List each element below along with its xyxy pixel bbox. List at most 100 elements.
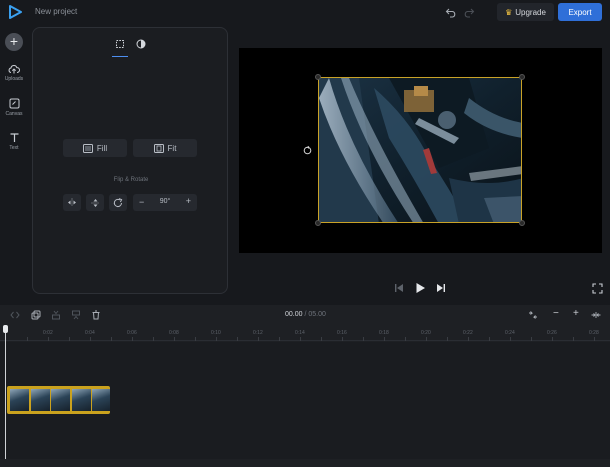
play-logo-icon[interactable] (8, 5, 22, 19)
clip-thumbnail (51, 389, 70, 411)
fill-label: Fill (96, 143, 108, 153)
ruler-tick-label: 0:28 (589, 330, 599, 336)
ruler-tick-mark (573, 337, 574, 341)
ruler-tick-label: 0:04 (85, 330, 95, 336)
ruler-tick-label: 0:10 (211, 330, 221, 336)
timeline-ruler[interactable]: 0:02 0:04 0:06 0:08 0:10 0:12 0:14 0:16 0:18 0:20… (0, 327, 610, 341)
fit-button[interactable]: Fit (133, 139, 197, 157)
duplicate-icon[interactable] (31, 310, 41, 320)
timeline-toolbar: 00.00 / 05.00 − + (0, 305, 610, 325)
ruler-tick-mark (342, 337, 343, 341)
upgrade-label: Upgrade (515, 7, 546, 17)
ruler-tick-mark (195, 337, 196, 341)
expand-timeline-icon[interactable] (591, 310, 601, 320)
rail-item-text[interactable]: Text (0, 132, 28, 151)
ruler-tick-mark (237, 337, 238, 341)
rotate-cw-icon (113, 197, 123, 207)
rail-item-uploads[interactable]: Uploads (0, 64, 28, 82)
ruler-tick-label: 0:26 (547, 330, 557, 336)
active-tab-indicator (112, 56, 128, 57)
ruler-tick-mark (405, 337, 406, 341)
ruler-tick-mark (90, 337, 91, 341)
ruler-tick-mark (153, 337, 154, 341)
ruler-tick-mark (363, 337, 364, 341)
fit-icon (153, 143, 164, 153)
rail-item-label: Uploads (4, 76, 24, 82)
add-media-button[interactable]: + (5, 33, 23, 51)
resize-handle-bottom-right[interactable] (519, 220, 525, 226)
ruler-tick-mark (48, 337, 49, 341)
ruler-tick-mark (468, 337, 469, 341)
ruler-tick-mark (174, 337, 175, 341)
fill-button[interactable]: Fill (63, 139, 127, 157)
rotate-button[interactable] (109, 194, 127, 211)
time-readout: 00.00 / 05.00 (285, 311, 326, 318)
resize-handle-top-left[interactable] (315, 74, 321, 80)
resize-handle-top-right[interactable] (519, 74, 525, 80)
undo-icon[interactable] (445, 6, 457, 18)
ruler-tick-mark (531, 337, 532, 341)
play-icon[interactable] (414, 282, 426, 294)
video-clip[interactable] (7, 386, 110, 414)
left-rail: + Uploads Canvas Text (0, 25, 28, 305)
zoom-out-button[interactable]: − (553, 308, 559, 319)
ruler-tick-label: 0:22 (463, 330, 473, 336)
fill-icon (82, 143, 93, 153)
timeline-footer (0, 459, 610, 467)
zoom-in-button[interactable]: + (573, 308, 579, 319)
current-time: 00.00 (285, 311, 303, 318)
preview-canvas[interactable] (239, 48, 602, 253)
skip-forward-icon[interactable] (435, 282, 447, 294)
media-image[interactable] (318, 77, 522, 223)
total-time: 05.00 (308, 311, 326, 318)
ruler-tick-mark (216, 337, 217, 341)
rail-item-label: Canvas (5, 111, 23, 117)
clip-thumbnail (30, 389, 50, 411)
project-title[interactable]: New project (35, 7, 77, 16)
rotation-stepper[interactable]: − 90° + (133, 194, 197, 211)
flip-horizontal-button[interactable] (63, 194, 81, 211)
tab-adjust[interactable] (133, 37, 149, 51)
ruler-tick-label: 0:08 (169, 330, 179, 336)
ruler-tick-label: 0:14 (295, 330, 305, 336)
rotation-increase-button[interactable]: + (186, 196, 191, 206)
crop-frame-icon (116, 40, 124, 48)
trash-icon[interactable] (91, 310, 101, 320)
playhead-line[interactable] (5, 325, 6, 460)
ruler-tick-mark (69, 337, 70, 341)
ruler-tick-mark (510, 337, 511, 341)
ruler-tick-mark (552, 337, 553, 341)
ruler-tick-mark (258, 337, 259, 341)
split-icon[interactable] (10, 310, 20, 320)
resize-handle-bottom-left[interactable] (315, 220, 321, 226)
clip-thumbnail (10, 389, 29, 411)
ruler-tick-mark (300, 337, 301, 341)
layer-down-icon[interactable] (51, 310, 61, 320)
adjust-contrast-icon (136, 39, 146, 49)
ruler-tick-mark (489, 337, 490, 341)
skip-back-icon[interactable] (393, 282, 405, 294)
flip-vertical-button[interactable] (86, 194, 104, 211)
fit-label: Fit (167, 143, 177, 153)
export-button[interactable]: Export (558, 3, 602, 21)
canvas-icon (9, 98, 19, 109)
playhead-handle[interactable] (3, 325, 8, 333)
redo-icon[interactable] (463, 6, 475, 18)
ruler-tick-mark (321, 337, 322, 341)
fit-timeline-icon[interactable] (528, 310, 538, 320)
ruler-tick-label: 0:20 (421, 330, 431, 336)
upgrade-button[interactable]: ♛ Upgrade (497, 3, 554, 21)
ruler-tick-label: 0:24 (505, 330, 515, 336)
fullscreen-icon[interactable] (592, 283, 603, 294)
rail-item-canvas[interactable]: Canvas (0, 98, 28, 117)
top-bar: New project ♛ Upgrade Export (0, 0, 610, 25)
rotate-handle-icon[interactable] (303, 146, 312, 155)
tab-crop-frame[interactable] (112, 37, 128, 51)
flip-horizontal-icon (68, 198, 76, 207)
ruler-tick-mark (132, 337, 133, 341)
layer-up-icon[interactable] (71, 310, 81, 320)
ruler-tick-mark (426, 337, 427, 341)
ruler-tick-label: 0:02 (43, 330, 53, 336)
ruler-tick-label: 0:16 (337, 330, 347, 336)
ruler-tick-mark (384, 337, 385, 341)
